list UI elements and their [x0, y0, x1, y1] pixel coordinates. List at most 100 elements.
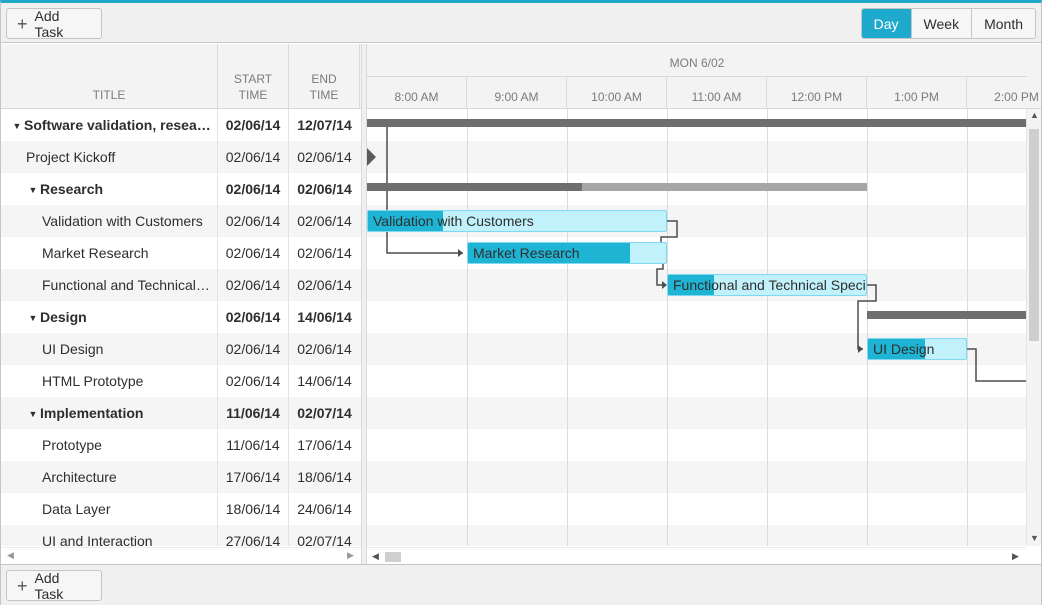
task-row[interactable]: HTML Prototype 02/06/14 14/06/14	[1, 365, 361, 397]
vertical-scroll-thumb[interactable]	[1029, 129, 1039, 341]
task-end-cell: 02/06/14	[297, 245, 352, 261]
scroll-left-icon[interactable]: ◀	[7, 550, 14, 561]
view-day-button[interactable]: Day	[861, 9, 911, 38]
task-end-cell: 24/06/14	[297, 501, 352, 517]
task-title-cell: Project Kickoff	[1, 141, 218, 173]
summary-progress	[867, 311, 1027, 319]
task-start-cell: 02/06/14	[218, 333, 289, 365]
task-start-cell: 02/06/14	[218, 269, 289, 301]
task-row[interactable]: Functional and Technical Specification02…	[1, 269, 361, 301]
milestone-marker[interactable]	[367, 148, 376, 166]
task-title: Project Kickoff	[26, 149, 116, 165]
task-start-cell: 11/06/14	[218, 397, 289, 429]
task-title-cell: ▼Software validation, research and imple…	[1, 109, 218, 141]
task-grid: TITLE START TIME END TIME ▼ Software valida…	[1, 44, 361, 564]
summary-task-row[interactable]: ▼ Design 02/06/14 14/06/14	[1, 301, 361, 333]
task-row[interactable]: Market Research 02/06/14 02/06/14	[1, 237, 361, 269]
task-bar-label: UI Design	[873, 341, 935, 357]
column-header-title[interactable]: TITLE	[1, 44, 218, 109]
scroll-right-icon[interactable]: ▶	[347, 550, 354, 561]
task-title: UI Design	[42, 341, 104, 357]
task-title-cell: UI Design	[1, 333, 218, 365]
grid-horizontal-scrollbar[interactable]: ◀ ▶	[1, 547, 361, 564]
gantt-chart: + Add Task Day Week Month TITLE START TIM…	[0, 0, 1042, 605]
timeline-hour-label: 8:00 AM	[367, 77, 467, 109]
task-start-cell: 02/06/14	[218, 173, 289, 205]
task-title-cell: Market Research	[1, 237, 218, 269]
task-title: Design	[40, 309, 87, 325]
task-title: Data Layer	[42, 501, 111, 517]
timeline-hour-label: 12:00 PM	[767, 77, 867, 109]
task-bar[interactable]: Functional and Technical Specification	[667, 274, 867, 296]
task-title: Architecture	[42, 469, 117, 485]
top-toolbar: + Add Task Day Week Month	[1, 3, 1041, 43]
task-end-cell: 14/06/14	[297, 373, 352, 389]
task-row[interactable]: Data Layer 18/06/14 24/06/14	[1, 493, 361, 525]
summary-bar[interactable]	[867, 311, 1027, 319]
collapse-caret-icon[interactable]: ▼	[27, 302, 39, 333]
task-title: Research	[40, 181, 104, 197]
summary-bar[interactable]	[367, 183, 867, 191]
task-row[interactable]: Architecture 17/06/14 18/06/14	[1, 461, 361, 493]
task-title-cell: Prototype	[1, 429, 218, 461]
timeline-hour-label: 2:00 PM	[967, 77, 1041, 109]
task-row[interactable]: Validation with Customers 02/06/14 02/06/1…	[1, 205, 361, 237]
task-title-cell: Functional and Technical Specification	[1, 269, 218, 301]
summary-task-row[interactable]: ▼ Research 02/06/14 02/06/14	[1, 173, 361, 205]
task-title: UI and Interaction	[42, 533, 153, 546]
timeline-hour-label: 11:00 AM	[667, 77, 767, 109]
task-end-cell: 02/06/14	[297, 341, 352, 357]
dependency-arrow-icon	[458, 249, 463, 257]
scroll-down-icon[interactable]: ▼	[1030, 533, 1039, 543]
task-end-cell: 02/07/14	[297, 533, 352, 546]
task-row[interactable]: Prototype 11/06/14 17/06/14	[1, 429, 361, 461]
task-end-cell: 02/06/14	[297, 149, 352, 165]
collapse-caret-icon[interactable]: ▼	[27, 398, 39, 429]
view-month-button[interactable]: Month	[971, 9, 1035, 38]
task-title: Functional and Technical Specification	[42, 277, 217, 293]
summary-bar[interactable]	[367, 119, 1027, 127]
task-title-cell: HTML Prototype	[1, 365, 218, 397]
summary-task-row[interactable]: ▼ Implementation 11/06/14 02/07/14	[1, 397, 361, 429]
task-bar[interactable]: Validation with Customers	[367, 210, 667, 232]
task-bar-label: Functional and Technical Specification	[673, 277, 867, 293]
task-end-cell: 02/06/14	[297, 181, 352, 197]
timeline-horizontal-scrollbar[interactable]: ◀ ▶	[367, 547, 1026, 564]
scroll-left-icon[interactable]: ◀	[372, 551, 379, 562]
column-header-end-time[interactable]: END TIME	[289, 44, 360, 109]
collapse-caret-icon[interactable]: ▼	[27, 174, 39, 205]
summary-task-row[interactable]: ▼Software validation, research and imple…	[1, 109, 361, 141]
scroll-up-icon[interactable]: ▲	[1030, 110, 1039, 120]
task-start-cell: 02/06/14	[218, 237, 289, 269]
timeline-hour-label: 1:00 PM	[867, 77, 967, 109]
task-title-cell: Architecture	[1, 461, 218, 493]
task-title: Market Research	[42, 245, 149, 261]
scroll-right-icon[interactable]: ▶	[1012, 551, 1019, 562]
column-header-start-time[interactable]: START TIME	[218, 44, 289, 109]
collapse-caret-icon[interactable]: ▼	[11, 110, 23, 141]
horizontal-scroll-thumb[interactable]	[385, 552, 401, 562]
view-switcher: Day Week Month	[860, 8, 1036, 39]
summary-progress	[367, 119, 1027, 127]
view-week-button[interactable]: Week	[910, 9, 972, 38]
task-start-cell: 02/06/14	[218, 205, 289, 237]
task-row[interactable]: UI and Interaction 27/06/14 02/07/14	[1, 525, 361, 546]
dependency-arrow-icon	[858, 345, 863, 353]
task-start-cell: 02/06/14	[218, 365, 289, 397]
add-task-button[interactable]: + Add Task	[6, 8, 102, 40]
task-row[interactable]: UI Design 02/06/14 02/06/14	[1, 333, 361, 365]
task-title: Validation with Customers	[42, 213, 203, 229]
timeline-pane: MON 6/02 8:00 AM 9:00 AM 10:00 AM 11:00 AM 1…	[367, 44, 1041, 564]
task-bar[interactable]: UI Design	[867, 338, 967, 360]
summary-progress	[367, 183, 582, 191]
task-end-cell: 02/06/14	[297, 277, 352, 293]
task-start-cell: 02/06/14	[218, 141, 289, 173]
add-task-label: Add Task	[34, 569, 64, 602]
add-task-button-bottom[interactable]: + Add Task	[6, 569, 102, 602]
task-title-cell: ▼ Design	[1, 301, 218, 333]
task-bar[interactable]: Market Research	[467, 242, 667, 264]
task-end-cell: 02/07/14	[297, 405, 352, 421]
task-row[interactable]: Project Kickoff 02/06/14 02/06/14	[1, 141, 361, 173]
timeline-vertical-scrollbar[interactable]: ▲ ▼	[1026, 109, 1041, 546]
timeline-body: Validation with Customers Market Research…	[367, 109, 1027, 546]
